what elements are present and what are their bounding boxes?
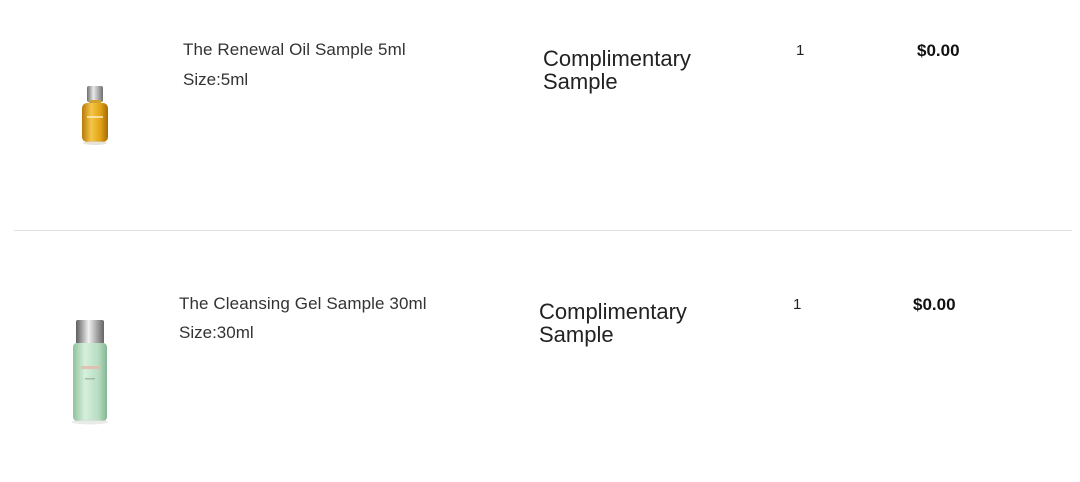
item-price: $0.00 [917,41,960,60]
item-quantity: 1 [793,296,802,313]
row-divider [14,230,1072,231]
item-status-line: Sample [539,322,614,347]
cart-item-row: The Renewal Oil Sample 5ml Size:5ml Comp… [0,0,1080,230]
item-status: Complimentary Sample [539,300,719,346]
item-name[interactable]: The Renewal Oil Sample 5ml [183,40,406,60]
item-size: Size:5ml [183,70,249,89]
item-name[interactable]: The Cleansing Gel Sample 30ml [179,294,427,314]
oil-bottle-icon[interactable] [78,84,112,146]
item-price: $0.00 [913,295,956,314]
item-status-line: Sample [543,69,618,94]
item-status: Complimentary Sample [543,47,723,93]
cart-item-row: The Cleansing Gel Sample 30ml Size:30ml … [0,252,1080,482]
item-size: Size:30ml [179,323,254,342]
item-status-line: Complimentary [539,299,687,324]
item-quantity: 1 [796,42,805,59]
gel-bottle-icon[interactable] [67,318,113,426]
item-status-line: Complimentary [543,46,691,71]
